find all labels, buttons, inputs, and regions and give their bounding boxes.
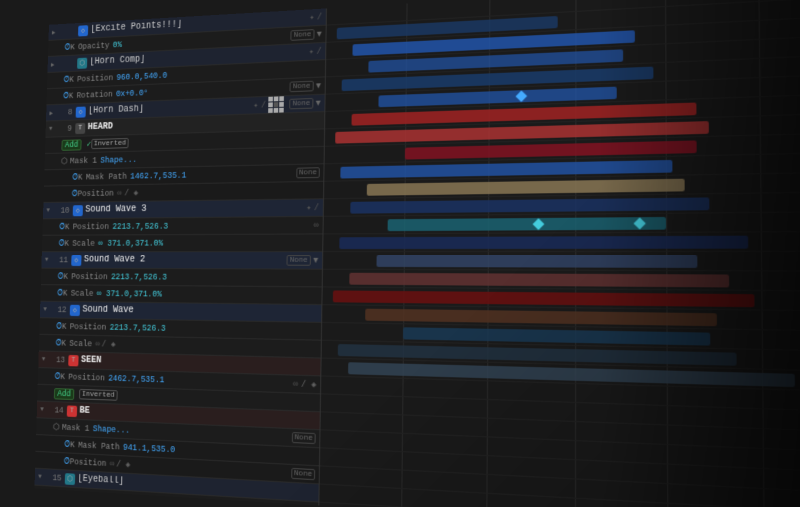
timeline-area (319, 0, 800, 507)
prop-label: K (69, 75, 74, 84)
layer-number: 13 (50, 355, 65, 365)
stopwatch-icon: ⏱ (64, 440, 70, 450)
stopwatch-icon: ⏱ (57, 288, 63, 297)
layer-icon-text: T (75, 122, 85, 133)
prop-label: K (69, 91, 74, 100)
stopwatch-icon: ⏱ (59, 222, 65, 231)
row-controls: None ▼ (287, 255, 322, 266)
prop-label: K (70, 43, 75, 52)
prop-label: K (60, 372, 65, 381)
layer-icon-shape: ◇ (78, 25, 88, 36)
prop-label: K (57, 490, 62, 500)
layer-number: 10 (55, 206, 70, 215)
stopwatch-icon: ⏱ (57, 272, 63, 281)
layer-number (59, 63, 74, 64)
row-controls: None (296, 167, 323, 178)
app-container: ▶ ◇ [Excite Points!!!] ✦ / ⏱ K Opacity 0… (0, 0, 800, 507)
prop-value: 960.0,1472.0 (105, 493, 162, 506)
expand-arrow[interactable]: ▶ (51, 60, 58, 67)
stopwatch-icon: ⏱ (54, 372, 60, 382)
prop-label: K (78, 173, 83, 182)
track-bar (376, 255, 697, 268)
prop-label: K (61, 338, 66, 347)
prop-name: Position (65, 491, 102, 503)
stopwatch-icon: ⏱ (58, 239, 64, 248)
prop-label: K (63, 272, 68, 281)
layer-number: 12 (51, 305, 66, 314)
layer-row-sub[interactable]: ⏱ K Scale ∞ 371.0,371.0% (42, 234, 323, 252)
timeline-tracks (319, 0, 800, 507)
layer-number: 15 (46, 473, 61, 483)
layer-icon-shape: ◇ (71, 254, 81, 265)
layer-number: 11 (53, 255, 68, 264)
expand-arrow[interactable]: ▼ (46, 207, 53, 214)
row-controls: ✦ / (306, 203, 323, 213)
stopwatch-icon: ⏱ (56, 322, 62, 331)
layer-icon-comp: ⬡ (77, 57, 87, 68)
prop-label: K (65, 222, 70, 231)
add-badge: Add (54, 388, 75, 400)
track-bar (388, 217, 666, 231)
expand-arrow[interactable]: ▼ (42, 356, 49, 364)
expand-arrow[interactable]: ▼ (49, 125, 56, 132)
layer-row-sub[interactable]: ⏱ K Rotation 0x-29.0° (34, 502, 318, 505)
layer-icon: ◇ (76, 106, 86, 117)
track-bar (339, 236, 748, 249)
layer-name: [Excite Points!!!] (90, 20, 182, 35)
layer-name: [Eyeball] (77, 474, 124, 487)
stopwatch-icon: ⏱ (63, 75, 69, 84)
expand-arrow[interactable]: ▼ (45, 256, 52, 263)
layer-number: 9 (57, 124, 72, 134)
add-badge: Add (61, 139, 81, 150)
expand-arrow[interactable]: ▼ (40, 406, 47, 414)
layer-icon-comp: ⬡ (65, 473, 75, 485)
track-row (323, 232, 800, 252)
main-panel: ▶ ◇ [Excite Points!!!] ✦ / ⏱ K Opacity 0… (34, 0, 800, 507)
stopwatch-icon: ⏱ (51, 490, 57, 500)
prop-label: K (63, 289, 68, 298)
layer-list-panel: ▶ ◇ [Excite Points!!!] ✦ / ⏱ K Opacity 0… (34, 8, 326, 505)
none-badge: None (287, 255, 311, 266)
prop-value: 0% (113, 40, 122, 50)
prop-name: Opacity (78, 41, 110, 52)
row-controls: ∞ / ◈ (293, 379, 320, 390)
prop-label: K (64, 239, 69, 248)
none-badge: None (296, 167, 320, 178)
prop-name: Scale (72, 239, 95, 248)
layer-number (60, 31, 75, 32)
layer-number: 14 (48, 405, 63, 415)
stopwatch-icon: ⏱ (64, 457, 70, 467)
expand-arrow[interactable]: ▼ (43, 306, 50, 313)
row-controls: ✦ / (309, 12, 326, 22)
stopwatch-icon: ⏱ (55, 338, 61, 347)
stopwatch-icon: ⏱ (72, 173, 78, 182)
expand-arrow[interactable]: ▼ (38, 473, 45, 481)
row-controls: ∞ (314, 220, 323, 230)
layer-row[interactable]: ▶ ◇ [Excite Points!!!] ✦ / (48, 8, 325, 40)
stopwatch-icon: ⏱ (72, 189, 78, 198)
layer-icon-shape: ◇ (73, 205, 83, 216)
expand-arrow[interactable]: ▶ (49, 109, 56, 116)
expand-arrow[interactable]: ▶ (52, 28, 59, 36)
stopwatch-icon: ⏱ (63, 91, 69, 100)
prop-label: K (62, 322, 67, 331)
layer-number: 8 (58, 107, 73, 117)
track-bar (349, 273, 729, 288)
timeline-wrapper: ▶ ◇ [Excite Points!!!] ✦ / ⏱ K Opacity 0… (34, 0, 800, 507)
stopwatch-icon: ⏱ (64, 43, 70, 52)
